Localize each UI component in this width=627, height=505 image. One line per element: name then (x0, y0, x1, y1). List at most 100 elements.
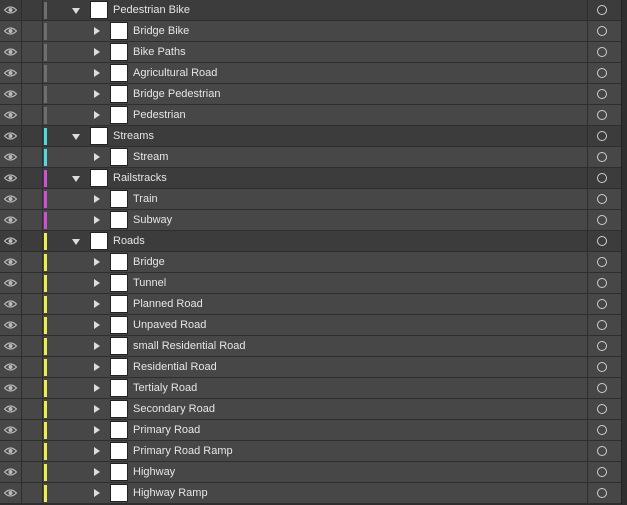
visibility-toggle[interactable] (0, 84, 22, 104)
layer-name[interactable]: Roads (113, 235, 145, 247)
sublayer-row[interactable]: Secondary Road (0, 399, 621, 420)
chevron-right-icon[interactable] (94, 90, 100, 98)
target-button[interactable] (587, 231, 622, 251)
target-button[interactable] (587, 357, 622, 377)
layer-name[interactable]: Highway (133, 466, 175, 478)
lock-toggle[interactable] (22, 483, 43, 503)
visibility-toggle[interactable] (0, 315, 22, 335)
lock-toggle[interactable] (22, 420, 43, 440)
chevron-right-icon[interactable] (94, 195, 100, 203)
visibility-toggle[interactable] (0, 441, 22, 461)
sublayer-row[interactable]: Highway Ramp (0, 483, 621, 504)
chevron-right-icon[interactable] (94, 405, 100, 413)
lock-toggle[interactable] (22, 84, 43, 104)
visibility-toggle[interactable] (0, 210, 22, 230)
layer-name[interactable]: Train (133, 193, 158, 205)
sublayer-row[interactable]: Bridge (0, 252, 621, 273)
visibility-toggle[interactable] (0, 294, 22, 314)
target-button[interactable] (587, 21, 622, 41)
layer-name[interactable]: Bridge (133, 256, 165, 268)
chevron-right-icon[interactable] (94, 342, 100, 350)
sublayer-row[interactable]: Unpaved Road (0, 315, 621, 336)
target-button[interactable] (587, 126, 622, 146)
sublayer-row[interactable]: Pedestrian (0, 105, 621, 126)
layer-name[interactable]: Streams (113, 130, 154, 142)
target-button[interactable] (587, 42, 622, 62)
layer-name[interactable]: Planned Road (133, 298, 203, 310)
target-button[interactable] (587, 63, 622, 83)
chevron-right-icon[interactable] (94, 279, 100, 287)
sublayer-row[interactable]: Subway (0, 210, 621, 231)
visibility-toggle[interactable] (0, 21, 22, 41)
chevron-right-icon[interactable] (94, 384, 100, 392)
target-button[interactable] (587, 378, 622, 398)
lock-toggle[interactable] (22, 462, 43, 482)
lock-toggle[interactable] (22, 315, 43, 335)
sublayer-row[interactable]: Agricultural Road (0, 63, 621, 84)
chevron-right-icon[interactable] (94, 447, 100, 455)
layer-name[interactable]: Unpaved Road (133, 319, 206, 331)
visibility-toggle[interactable] (0, 273, 22, 293)
sublayer-row[interactable]: Residential Road (0, 357, 621, 378)
visibility-toggle[interactable] (0, 399, 22, 419)
lock-toggle[interactable] (22, 168, 43, 188)
chevron-down-icon[interactable] (72, 239, 80, 245)
visibility-toggle[interactable] (0, 0, 22, 20)
visibility-toggle[interactable] (0, 147, 22, 167)
chevron-right-icon[interactable] (94, 27, 100, 35)
visibility-toggle[interactable] (0, 231, 22, 251)
layer-name[interactable]: Railstracks (113, 172, 167, 184)
target-button[interactable] (587, 315, 622, 335)
layer-name[interactable]: Subway (133, 214, 172, 226)
layer-name[interactable]: Residential Road (133, 361, 217, 373)
layer-name[interactable]: Stream (133, 151, 168, 163)
visibility-toggle[interactable] (0, 420, 22, 440)
layer-name[interactable]: Bike Paths (133, 46, 186, 58)
visibility-toggle[interactable] (0, 462, 22, 482)
lock-toggle[interactable] (22, 21, 43, 41)
visibility-toggle[interactable] (0, 357, 22, 377)
sublayer-row[interactable]: Planned Road (0, 294, 621, 315)
layer-name[interactable]: Secondary Road (133, 403, 215, 415)
layer-name[interactable]: Agricultural Road (133, 67, 217, 79)
lock-toggle[interactable] (22, 42, 43, 62)
lock-toggle[interactable] (22, 105, 43, 125)
layer-row[interactable]: Railstracks (0, 168, 621, 189)
chevron-right-icon[interactable] (94, 321, 100, 329)
layer-name[interactable]: Bridge Bike (133, 25, 189, 37)
lock-toggle[interactable] (22, 357, 43, 377)
sublayer-row[interactable]: small Residential Road (0, 336, 621, 357)
target-button[interactable] (587, 273, 622, 293)
target-button[interactable] (587, 336, 622, 356)
chevron-right-icon[interactable] (94, 216, 100, 224)
sublayer-row[interactable]: Bike Paths (0, 42, 621, 63)
target-button[interactable] (587, 147, 622, 167)
lock-toggle[interactable] (22, 126, 43, 146)
layer-row[interactable]: Streams (0, 126, 621, 147)
layer-name[interactable]: Tunnel (133, 277, 166, 289)
lock-toggle[interactable] (22, 378, 43, 398)
lock-toggle[interactable] (22, 273, 43, 293)
chevron-right-icon[interactable] (94, 489, 100, 497)
layer-row[interactable]: Pedestrian Bike (0, 0, 621, 21)
lock-toggle[interactable] (22, 189, 43, 209)
lock-toggle[interactable] (22, 231, 43, 251)
sublayer-row[interactable]: Train (0, 189, 621, 210)
sublayer-row[interactable]: Highway (0, 462, 621, 483)
lock-toggle[interactable] (22, 399, 43, 419)
sublayer-row[interactable]: Stream (0, 147, 621, 168)
chevron-right-icon[interactable] (94, 258, 100, 266)
visibility-toggle[interactable] (0, 126, 22, 146)
target-button[interactable] (587, 210, 622, 230)
visibility-toggle[interactable] (0, 483, 22, 503)
layer-name[interactable]: Primary Road Ramp (133, 445, 233, 457)
sublayer-row[interactable]: Bridge Pedestrian (0, 84, 621, 105)
lock-toggle[interactable] (22, 63, 43, 83)
layer-row[interactable]: Roads (0, 231, 621, 252)
sublayer-row[interactable]: Tunnel (0, 273, 621, 294)
visibility-toggle[interactable] (0, 189, 22, 209)
lock-toggle[interactable] (22, 0, 43, 20)
chevron-right-icon[interactable] (94, 111, 100, 119)
chevron-right-icon[interactable] (94, 153, 100, 161)
layer-name[interactable]: Bridge Pedestrian (133, 88, 220, 100)
